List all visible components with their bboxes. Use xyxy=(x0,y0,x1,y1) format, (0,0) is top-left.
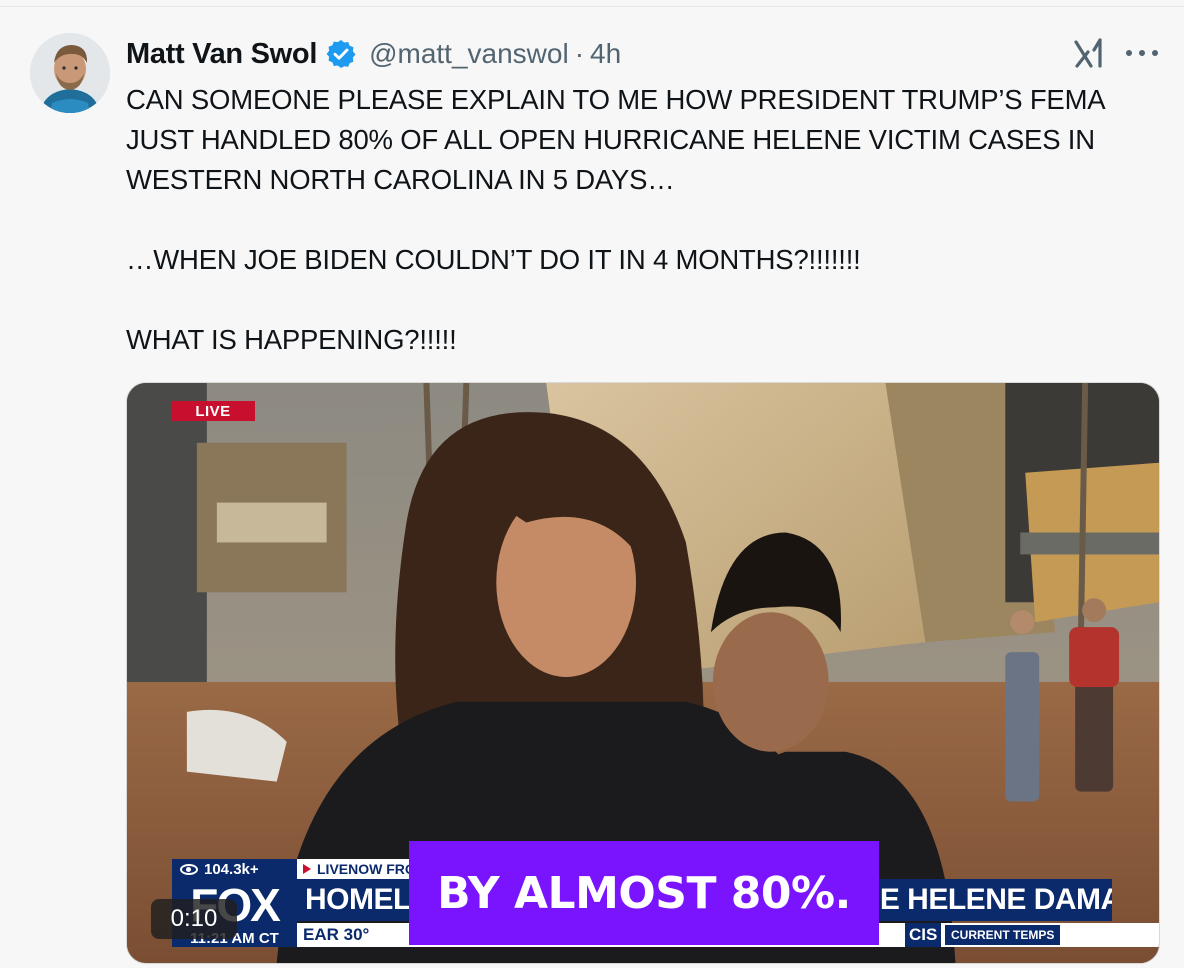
tweet-text-line: JUST HANDLED 80% OF ALL OPEN HURRICANE H… xyxy=(126,124,1095,155)
author-avatar[interactable] xyxy=(30,33,110,113)
tweet-text-line: WHAT IS HAPPENING?!!!!! xyxy=(126,324,457,355)
live-badge: LIVE xyxy=(171,401,255,421)
tweet-text-line: …WHEN JOE BIDEN COULDN’T DO IT IN 4 MONT… xyxy=(126,244,861,275)
tweet-text-line: CAN SOMEONE PLEASE EXPLAIN TO ME HOW PRE… xyxy=(126,84,1106,115)
avatar-image xyxy=(30,33,110,113)
author-handle[interactable]: @matt_vanswol xyxy=(369,38,569,70)
video-caption: BY ALMOST 80%. xyxy=(409,841,879,945)
video-player[interactable]: LIVE 104.3k+ LIVENOW FRO FOX 11:21 AM CT… xyxy=(126,382,1160,964)
tweet-header: Matt Van Swol @matt_vanswol · 4h xyxy=(126,34,621,74)
verified-badge-icon[interactable] xyxy=(325,38,357,70)
tweet-text: CAN SOMEONE PLEASE EXPLAIN TO ME HOW PRE… xyxy=(126,80,1171,360)
separator-dot: · xyxy=(574,38,585,69)
author-name[interactable]: Matt Van Swol xyxy=(126,38,317,71)
background-worker xyxy=(1069,598,1120,792)
more-dot xyxy=(1139,50,1145,56)
tweet-text-line: WESTERN NORTH CAROLINA IN 5 DAYS… xyxy=(126,164,675,195)
tweet-timestamp[interactable]: 4h xyxy=(590,38,621,70)
more-options-icon[interactable] xyxy=(1122,38,1162,68)
more-dot xyxy=(1152,50,1158,56)
tweet: Matt Van Swol @matt_vanswol · 4h CAN SOM… xyxy=(0,0,1184,968)
grok-icon[interactable] xyxy=(1072,36,1106,70)
more-dot xyxy=(1126,50,1132,56)
playback-time: 0:10 xyxy=(151,899,237,939)
